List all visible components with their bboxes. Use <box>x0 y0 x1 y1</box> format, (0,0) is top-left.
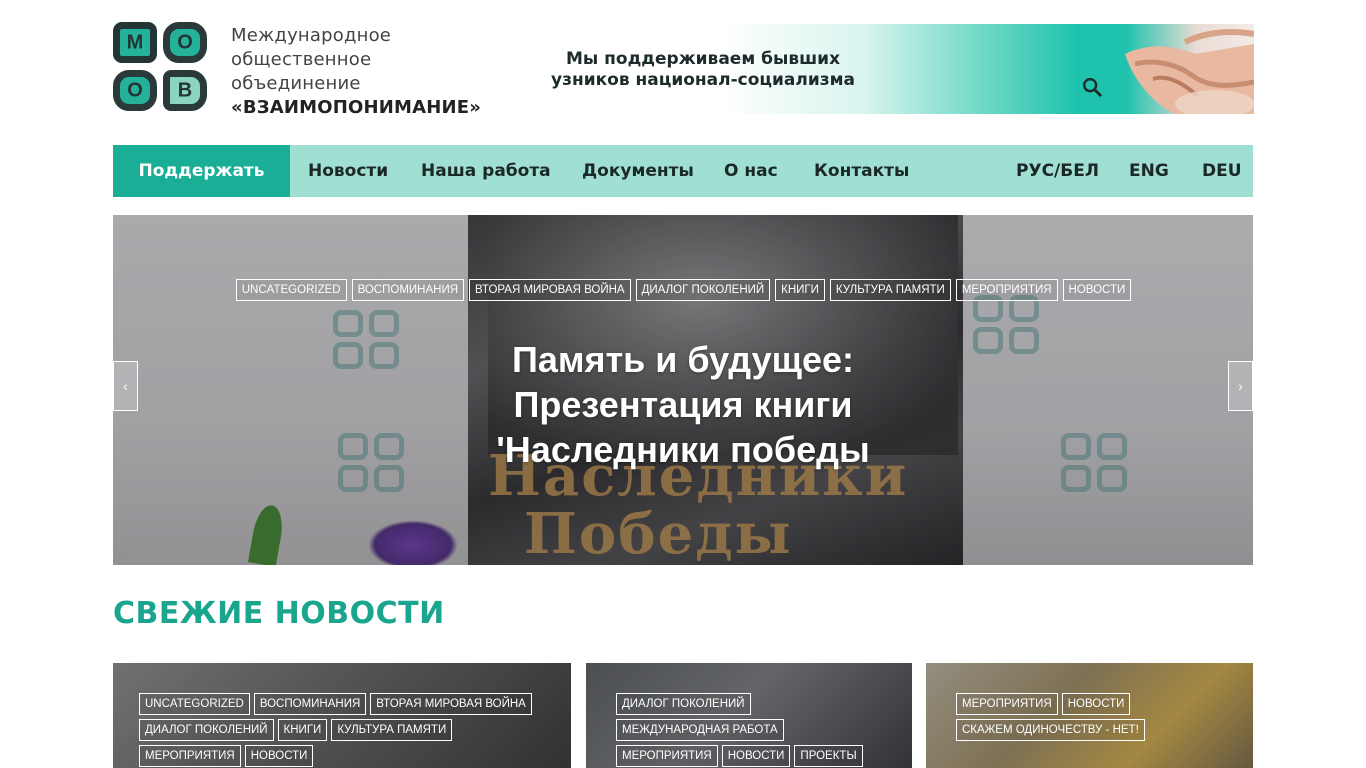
category-tag[interactable]: Воспоминания <box>253 693 367 715</box>
logo-letter: O <box>177 31 193 53</box>
nav-item-contacts[interactable]: Контакты <box>814 145 909 197</box>
banner-slogan: Мы поддерживаем бывших узников национал-… <box>543 49 863 91</box>
logo-cell-b: B <box>163 70 207 111</box>
nav-item-documents[interactable]: Документы <box>582 145 694 197</box>
category-tag[interactable]: Новости <box>1061 693 1131 715</box>
category-tag[interactable]: Uncategorized <box>139 693 250 715</box>
nav-item-about[interactable]: О нас <box>724 145 778 197</box>
category-tag[interactable]: Книги <box>277 719 328 741</box>
slide-title-line: 'Наследники победы <box>496 429 870 470</box>
category-tag[interactable]: Новости <box>1062 279 1132 301</box>
organization-name: Международное общественное объединение «… <box>231 24 481 120</box>
category-tag[interactable]: Вторая мировая война <box>370 693 532 715</box>
lang-deu[interactable]: DEU <box>1202 145 1242 197</box>
org-name-line: общественное <box>231 49 372 70</box>
nav-item-news[interactable]: Новости <box>308 145 388 197</box>
search-icon-graphic <box>1083 78 1102 97</box>
news-card[interactable]: Диалог поколений Международная работа Меро… <box>586 663 912 768</box>
category-tag[interactable]: Мероприятия <box>139 745 241 767</box>
logo-letter: B <box>177 79 193 101</box>
logo-cell-o: O <box>163 22 207 63</box>
logo-letter: M <box>126 31 144 53</box>
org-name-line: объединение <box>231 73 361 94</box>
logo-cell-m: M <box>113 22 157 63</box>
slider-next-button[interactable]: › <box>1228 361 1253 411</box>
logo-letter: O <box>127 79 143 101</box>
category-tag[interactable]: Диалог поколений <box>616 693 751 715</box>
category-tag[interactable]: Культура памяти <box>829 279 951 301</box>
featured-slider[interactable]: Наследники Победы Uncategorized Воспомина… <box>113 215 1253 565</box>
org-name-line: Международное <box>231 25 392 46</box>
site-logo[interactable]: M O O B <box>113 22 209 112</box>
slide-title-line: Память и будущее: <box>511 339 855 380</box>
nav-item-our-work[interactable]: Наша работа <box>421 145 551 197</box>
main-navigation: Поддержать Новости Наша работа Документы… <box>113 145 1253 197</box>
banner-line: узников национал-социализма <box>551 70 855 90</box>
category-tag[interactable]: Диалог поколений <box>635 279 771 301</box>
category-tag[interactable]: Новости <box>244 745 314 767</box>
site-header: M O O B Международное общественное объед… <box>113 22 1254 118</box>
news-card[interactable]: Uncategorized Воспоминания Вторая мировая … <box>113 663 571 768</box>
category-tag[interactable]: Диалог поколений <box>139 719 274 741</box>
lang-rus-bel[interactable]: РУС/БЕЛ <box>1016 145 1099 197</box>
category-tag[interactable]: Вторая мировая война <box>469 279 631 301</box>
category-tag[interactable]: Проекты <box>794 745 863 767</box>
search-icon[interactable] <box>1081 76 1105 100</box>
category-tag[interactable]: Воспоминания <box>351 279 465 301</box>
category-tag[interactable]: Культура памяти <box>331 719 453 741</box>
category-tag[interactable]: Новости <box>721 745 791 767</box>
category-tag[interactable]: Мероприятия <box>956 693 1058 715</box>
news-card[interactable]: Мероприятия Новости Скажем одиночеству - н… <box>926 663 1253 768</box>
support-button[interactable]: Поддержать <box>113 145 290 197</box>
fresh-news-heading: СВЕЖИЕ НОВОСТИ <box>113 596 445 631</box>
category-tag[interactable]: Книги <box>775 279 825 301</box>
card-category-tags: Диалог поколений Международная работа Меро… <box>616 693 896 768</box>
card-category-tags: Uncategorized Воспоминания Вторая мировая … <box>139 693 539 768</box>
header-banner: Мы поддерживаем бывших узников национал-… <box>543 24 1254 114</box>
category-tag[interactable]: Международная работа <box>616 719 784 741</box>
slide-category-tags: Uncategorized Воспоминания Вторая мировая … <box>113 279 1253 305</box>
logo-cell-o: O <box>113 70 157 111</box>
org-name-line: «ВЗАИМОПОНИМАНИЕ» <box>231 97 482 118</box>
category-tag[interactable]: Скажем одиночеству - нет! <box>956 719 1145 741</box>
slide-title-link[interactable]: Память и будущее: Презентация книги 'Нас… <box>113 337 1253 472</box>
slide-title-line: Презентация книги <box>513 384 853 425</box>
holding-hands-image <box>1125 29 1254 114</box>
banner-line: Мы поддерживаем бывших <box>565 49 841 69</box>
card-category-tags: Мероприятия Новости Скажем одиночеству - н… <box>956 693 1236 745</box>
category-tag[interactable]: Мероприятия <box>955 279 1058 301</box>
slider-prev-button[interactable]: ‹ <box>113 361 138 411</box>
category-tag[interactable]: Мероприятия <box>616 745 718 767</box>
category-tag[interactable]: Uncategorized <box>235 279 347 301</box>
lang-eng[interactable]: ENG <box>1129 145 1169 197</box>
